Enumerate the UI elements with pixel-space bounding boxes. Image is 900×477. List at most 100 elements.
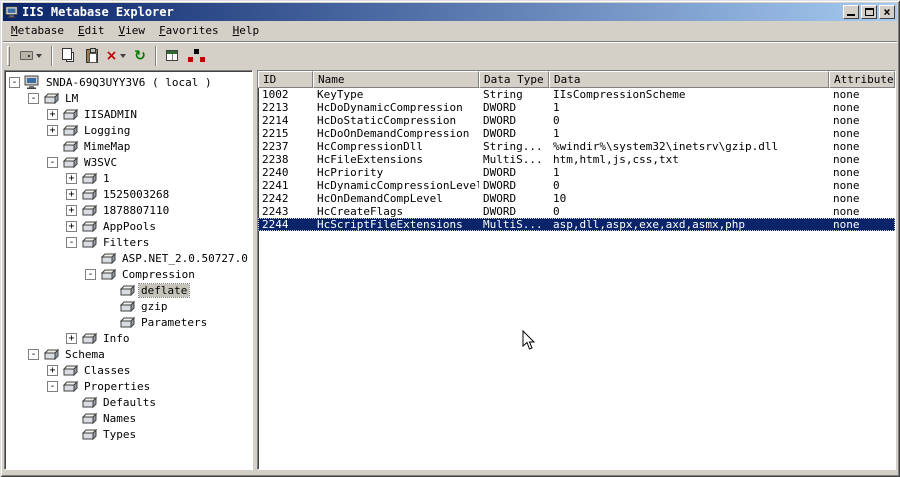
title-bar[interactable]: IIS Metabase Explorer × — [3, 3, 897, 21]
tree-item[interactable]: ASP.NET_2.0.50727.0 — [7, 250, 252, 266]
tree-item[interactable]: 1878807110 — [7, 202, 252, 218]
tree-item[interactable]: Names — [7, 410, 252, 426]
delete-button[interactable]: × — [104, 45, 128, 67]
menu-view[interactable]: View — [111, 22, 152, 40]
table-row[interactable]: 1002 KeyType String IIsCompressionScheme non… — [258, 88, 895, 101]
toolbar-grip[interactable] — [7, 45, 10, 66]
tree-item[interactable]: gzip — [7, 298, 252, 314]
tree-item[interactable]: Properties — [7, 378, 252, 394]
collapse-icon[interactable] — [85, 268, 96, 280]
key-icon — [82, 205, 97, 216]
cell-data: 1 — [553, 127, 560, 140]
menu-edit[interactable]: Edit — [71, 22, 112, 40]
table-row[interactable]: 2242 HcOnDemandCompLevel DWORD 10 none — [258, 192, 895, 205]
column-header-data-type[interactable]: Data Type — [479, 71, 549, 88]
table-row-selected[interactable]: 2244 HcScriptFileExtensions MultiS... asp,d… — [258, 218, 895, 231]
refresh-button[interactable]: ↻ — [128, 45, 152, 67]
key-icon — [82, 237, 97, 248]
cell-name: HcScriptFileExtensions — [317, 218, 463, 231]
table-row[interactable]: 2243 HcCreateFlags DWORD 0 none — [258, 205, 895, 218]
expand-icon[interactable] — [47, 364, 58, 376]
refresh-icon: ↻ — [134, 47, 146, 64]
column-header-data[interactable]: Data — [549, 71, 829, 88]
tree-item-selected[interactable]: deflate — [7, 282, 252, 298]
table-row[interactable]: 2213 HcDoDynamicCompression DWORD 1 none — [258, 101, 895, 114]
tree-item[interactable]: LM — [7, 90, 252, 106]
table-row[interactable]: 2214 HcDoStaticCompression DWORD 0 none — [258, 114, 895, 127]
tree-item[interactable]: Logging — [7, 122, 252, 138]
expand-icon[interactable] — [47, 124, 58, 136]
menu-favorites[interactable]: Favorites — [152, 22, 226, 40]
connect-button[interactable] — [184, 45, 208, 67]
tree-item[interactable]: W3SVC — [7, 154, 252, 170]
expand-icon[interactable] — [66, 172, 77, 184]
collapse-icon[interactable] — [47, 156, 58, 168]
menu-help[interactable]: Help — [226, 22, 267, 40]
table-row[interactable]: 2237 HcCompressionDll String... %windir%\sy… — [258, 140, 895, 153]
minimize-button[interactable] — [843, 5, 859, 19]
tree-item-label: W3SVC — [84, 155, 118, 169]
export-button[interactable] — [160, 45, 184, 67]
tree-item[interactable]: Classes — [7, 362, 252, 378]
table-row[interactable]: 2240 HcPriority DWORD 1 none — [258, 166, 895, 179]
key-icon — [82, 333, 97, 344]
cell-id: 2241 — [262, 179, 289, 192]
cell-data: asp,dll,aspx,exe,axd,asmx,php — [553, 218, 746, 231]
paste-button[interactable] — [80, 45, 104, 67]
key-icon — [120, 317, 135, 328]
collapse-icon[interactable] — [28, 92, 39, 104]
collapse-icon[interactable] — [47, 380, 58, 392]
table-row[interactable]: 2215 HcDoOnDemandCompression DWORD 1 none — [258, 127, 895, 140]
cell-name: HcOnDemandCompLevel — [317, 192, 443, 205]
key-icon — [120, 285, 135, 296]
tree-item[interactable]: MimeMap — [7, 138, 252, 154]
expand-icon[interactable] — [47, 108, 58, 120]
table-row[interactable]: 2238 HcFileExtensions MultiS... htm,html,js… — [258, 153, 895, 166]
list-header: ID Name Data Type Data Attributes — [258, 71, 895, 88]
tree-item[interactable]: SNDA-69Q3UYY3V6 ( local ) — [7, 74, 252, 90]
tree-item[interactable]: 1 — [7, 170, 252, 186]
column-header-attributes[interactable]: Attributes — [829, 71, 895, 88]
expand-icon[interactable] — [66, 220, 77, 232]
menu-metabase[interactable]: Metabase — [4, 22, 71, 40]
tree-item[interactable]: Compression — [7, 266, 252, 282]
copy-button[interactable] — [56, 45, 80, 67]
cell-name: HcFileExtensions — [317, 153, 423, 166]
cell-name: HcPriority — [317, 166, 384, 179]
expand-icon[interactable] — [66, 188, 77, 200]
cell-data-type: DWORD — [483, 205, 517, 218]
metabase-tree: SNDA-69Q3UYY3V6 ( local ) LM IISADMIN Lo… — [4, 70, 253, 470]
cell-data-type: MultiS... — [483, 218, 543, 231]
cell-id: 2243 — [262, 205, 289, 218]
close-button[interactable]: × — [879, 5, 895, 19]
tree-item-label: 1525003268 — [103, 187, 170, 201]
key-icon — [63, 157, 78, 168]
collapse-icon[interactable] — [28, 348, 39, 360]
column-header-id[interactable]: ID — [258, 71, 313, 88]
up-level-button[interactable] — [14, 45, 48, 67]
tree-item[interactable]: Parameters — [7, 314, 252, 330]
tree-item[interactable]: Schema — [7, 346, 252, 362]
column-header-name[interactable]: Name — [313, 71, 479, 88]
collapse-icon[interactable] — [66, 236, 77, 248]
collapse-icon[interactable] — [9, 76, 20, 88]
cell-attributes: none — [833, 166, 860, 179]
tree-item[interactable]: Defaults — [7, 394, 252, 410]
cell-attributes: none — [833, 88, 860, 101]
tree-item-label: Logging — [84, 123, 131, 137]
expand-icon[interactable] — [66, 204, 77, 216]
tree-item[interactable]: IISADMIN — [7, 106, 252, 122]
table-row[interactable]: 2241 HcDynamicCompressionLevel DWORD 0 none — [258, 179, 895, 192]
key-icon — [63, 125, 78, 136]
expand-icon[interactable] — [66, 332, 77, 344]
tree-item[interactable]: Types — [7, 426, 252, 442]
tree-item[interactable]: Filters — [7, 234, 252, 250]
cell-id: 2213 — [262, 101, 289, 114]
maximize-button[interactable] — [861, 5, 877, 19]
key-icon — [63, 109, 78, 120]
tree-item-label: Parameters — [141, 315, 208, 329]
cell-attributes: none — [833, 127, 860, 140]
tree-item[interactable]: Info — [7, 330, 252, 346]
tree-item[interactable]: 1525003268 — [7, 186, 252, 202]
tree-item[interactable]: AppPools — [7, 218, 252, 234]
